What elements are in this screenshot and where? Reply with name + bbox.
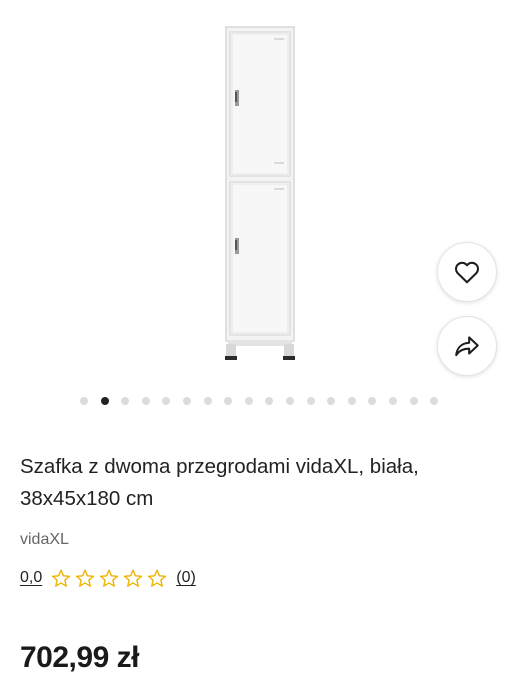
star-outline-icon xyxy=(148,569,167,587)
star-outline-icon xyxy=(52,569,71,587)
product-image xyxy=(225,26,295,360)
heart-icon xyxy=(455,261,479,284)
review-count-link[interactable]: (0) xyxy=(176,569,196,587)
gallery-dot[interactable] xyxy=(80,397,88,405)
gallery-dot[interactable] xyxy=(183,397,191,405)
product-title: Szafka z dwoma przegrodami vidaXL, biała… xyxy=(20,455,419,510)
gallery-dot[interactable] xyxy=(368,397,377,405)
gallery-dot[interactable] xyxy=(306,397,315,405)
rating-stars[interactable] xyxy=(50,567,170,589)
gallery-dot[interactable] xyxy=(430,397,439,405)
gallery-dot[interactable] xyxy=(224,397,233,405)
gallery-dot[interactable] xyxy=(265,397,274,405)
gallery-dot[interactable] xyxy=(244,397,253,405)
gallery-dot[interactable] xyxy=(347,397,356,405)
product-price: 702,99 zł xyxy=(20,641,139,674)
share-button[interactable] xyxy=(437,316,497,376)
gallery-dot[interactable] xyxy=(203,397,212,405)
gallery-dot[interactable] xyxy=(162,397,171,405)
star-outline-icon xyxy=(100,569,119,587)
star-outline-icon xyxy=(76,569,95,587)
product-gallery[interactable] xyxy=(0,0,518,390)
gallery-dot[interactable] xyxy=(121,397,130,405)
gallery-pagination[interactable] xyxy=(0,395,518,407)
gallery-dot[interactable] xyxy=(327,397,336,405)
gallery-dot[interactable] xyxy=(100,397,109,405)
share-icon xyxy=(455,336,479,357)
rating-row: 0,0 (0) xyxy=(20,565,196,591)
add-to-wishlist-button[interactable] xyxy=(437,242,497,302)
gallery-dot[interactable] xyxy=(141,397,150,405)
gallery-dot[interactable] xyxy=(286,397,294,405)
star-outline-icon xyxy=(124,569,143,587)
gallery-dot[interactable] xyxy=(389,397,397,405)
brand-link[interactable]: vidaXL xyxy=(20,531,69,549)
gallery-dot[interactable] xyxy=(409,397,418,405)
rating-value[interactable]: 0,0 xyxy=(20,569,42,587)
